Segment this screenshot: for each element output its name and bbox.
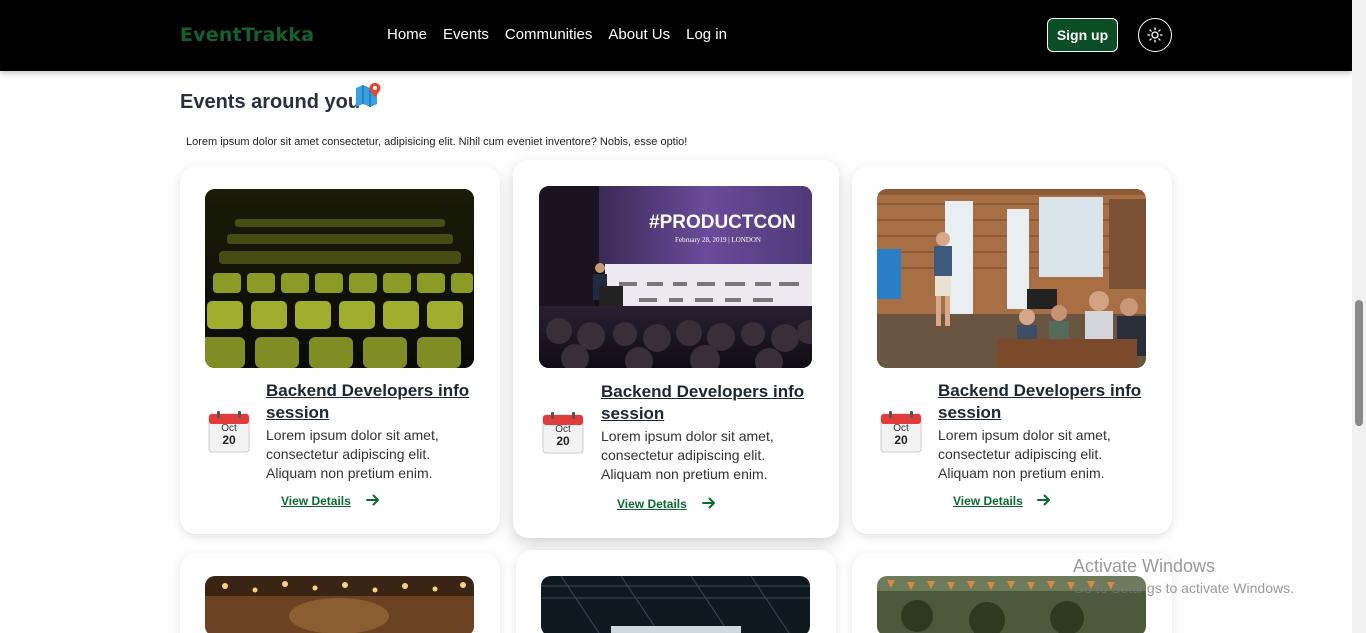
event-card: Oct 20 Backend Developers info session L… — [852, 166, 1172, 534]
nav-home[interactable]: Home — [387, 26, 427, 43]
event-description: Lorem ipsum dolor sit amet, consectetur … — [938, 427, 1111, 481]
view-details-link[interactable]: View Details — [953, 494, 1023, 508]
navbar: EventTrakka Home Events Communities Abou… — [0, 0, 1352, 71]
activate-windows-subtitle: Go to Settings to activate Windows. — [1073, 580, 1294, 596]
arrow-right-icon[interactable] — [366, 493, 380, 507]
event-image — [541, 576, 810, 633]
event-title[interactable]: Backend Developers info session — [266, 380, 481, 424]
sun-icon — [1147, 27, 1163, 43]
scrollbar-thumb[interactable] — [1355, 300, 1363, 426]
event-date-day: 20 — [894, 433, 908, 447]
nav-about-us[interactable]: About Us — [608, 26, 670, 43]
nav-communities[interactable]: Communities — [505, 26, 593, 43]
event-card: #PRODUCTCON February 28, 2019 | LONDON O… — [513, 160, 839, 538]
event-image — [877, 189, 1146, 368]
view-details-link[interactable]: View Details — [281, 494, 351, 508]
event-image — [205, 189, 474, 368]
section-subtitle: Lorem ipsum dolor sit amet consectetur, … — [186, 136, 688, 148]
event-card — [180, 553, 500, 633]
view-details-link[interactable]: View Details — [617, 497, 687, 511]
banner-text: #PRODUCTCON — [649, 212, 796, 233]
event-title[interactable]: Backend Developers info session — [601, 381, 816, 425]
sign-up-button[interactable]: Sign up — [1047, 18, 1118, 52]
map-pin-icon — [356, 83, 381, 107]
arrow-right-icon[interactable] — [702, 496, 716, 510]
theme-toggle-button[interactable] — [1138, 18, 1172, 52]
event-description: Lorem ipsum dolor sit amet, consectetur … — [266, 427, 439, 481]
event-image — [205, 576, 474, 633]
nav-events[interactable]: Events — [443, 26, 489, 43]
event-date-day: 20 — [222, 433, 236, 447]
event-card: Oct 20 Backend Developers info session L… — [180, 166, 500, 534]
page-scrollbar[interactable] — [1352, 0, 1366, 633]
main-nav: Home Events Communities About Us Log in — [387, 26, 727, 43]
event-date-day: 20 — [556, 434, 570, 448]
section-title: Events around you — [180, 91, 361, 113]
event-card — [516, 550, 836, 633]
nav-log-in[interactable]: Log in — [686, 26, 727, 43]
event-description: Lorem ipsum dolor sit amet, consectetur … — [601, 428, 774, 482]
site-logo[interactable]: EventTrakka — [180, 24, 314, 46]
event-image: #PRODUCTCON February 28, 2019 | LONDON — [539, 186, 812, 368]
banner-subtext: February 28, 2019 | LONDON — [675, 236, 761, 244]
event-title[interactable]: Backend Developers info session — [938, 380, 1153, 424]
activate-windows-title: Activate Windows — [1073, 556, 1216, 576]
arrow-right-icon[interactable] — [1037, 493, 1051, 507]
